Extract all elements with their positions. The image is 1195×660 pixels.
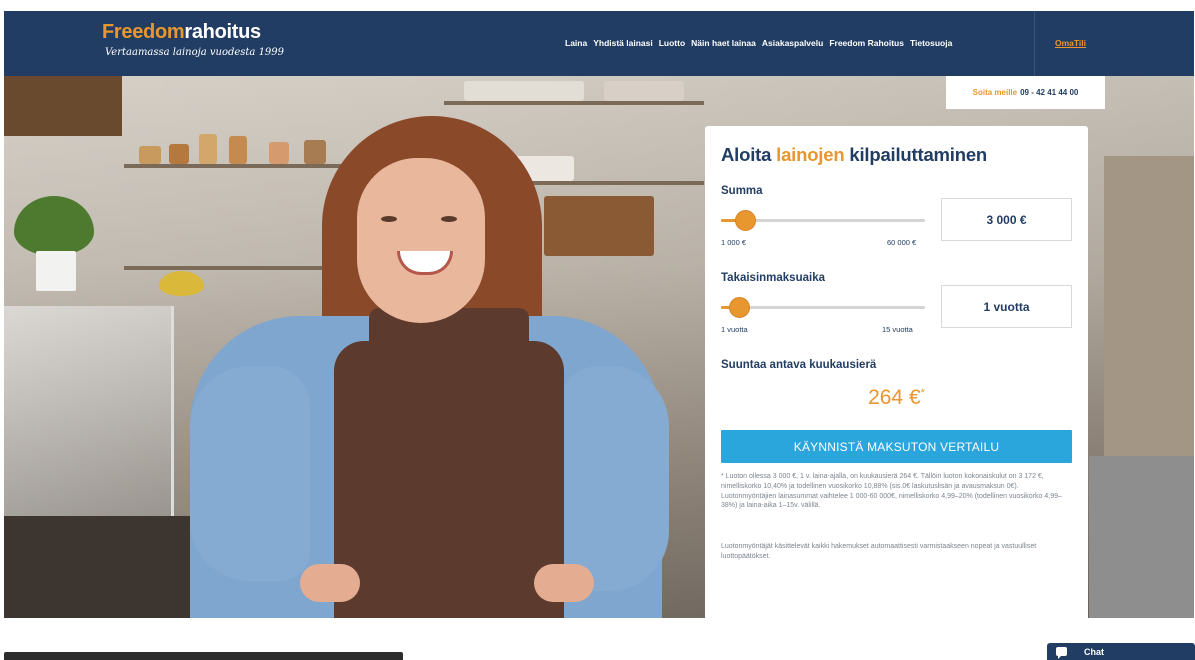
calculator-title: Aloita lainojen kilpailuttaminen [721, 144, 1072, 166]
chat-label: Chat [1084, 646, 1104, 657]
chat-bubble-icon [1056, 647, 1067, 659]
term-min: 1 vuotta [721, 325, 748, 334]
person-eye [381, 216, 397, 222]
phone-number[interactable]: 09 - 42 41 44 00 [1020, 88, 1078, 97]
logo-accent: Freedom [102, 21, 185, 43]
hero-jar [229, 136, 247, 164]
bottom-bar [4, 652, 403, 660]
logo-tagline: Vertaamassa lainoja vuodesta 1999 [105, 47, 285, 58]
person-apron [334, 341, 564, 618]
loan-calculator: Aloita lainojen kilpailuttaminen Summa 1… [705, 126, 1088, 618]
person-eye [441, 216, 457, 222]
logo-rest: rahoitus [184, 21, 261, 43]
term-slider[interactable] [721, 297, 925, 318]
term-label: Takaisinmaksuaika [721, 272, 825, 284]
site-header: Freedomrahoitus Vertaamassa lainoja vuod… [4, 11, 1194, 76]
payment-label: Suuntaa antava kuukausierä [721, 359, 877, 371]
nav-item-luotto[interactable]: Luotto [659, 38, 685, 48]
hero-right-shelves [1104, 156, 1194, 456]
person-face [357, 158, 485, 323]
page: Freedomrahoitus Vertaamassa lainoja vuod… [0, 0, 1195, 660]
nav-item-tietosuoja[interactable]: Tietosuoja [910, 38, 952, 48]
fine-print-terms: * Luoton ollessa 3 000 €, 1 v. laina-aja… [721, 473, 1062, 510]
person-arm-left [190, 366, 310, 581]
payment-footnote-mark: * [920, 387, 925, 399]
amount-slider-thumb[interactable] [735, 210, 757, 231]
person-arm-right [559, 366, 669, 591]
fine-print-processing: Luotonmyöntäjät käsittelevät kaikki hake… [721, 543, 1037, 560]
nav-item-nain-haet-lainaa[interactable]: Näin haet lainaa [691, 38, 756, 48]
amount-max: 60 000 € [887, 238, 917, 247]
account-link[interactable]: OmaTili [1055, 38, 1086, 48]
amount-slider[interactable] [721, 210, 925, 231]
term-slider-thumb[interactable] [729, 297, 750, 318]
hero-flowers [159, 271, 204, 296]
term-slider-track[interactable] [721, 306, 925, 309]
main-nav: Laina Yhdistä lainasi Luotto Näin haet l… [565, 38, 958, 48]
amount-value-field[interactable]: 3 000 € [941, 198, 1072, 241]
nav-divider [1034, 11, 1035, 76]
hero-right-counter [1089, 456, 1194, 618]
hero-jar [169, 144, 189, 164]
person-hand [534, 564, 594, 602]
amount-label: Summa [721, 185, 763, 197]
title-part: kilpailuttaminen [844, 144, 988, 165]
hero-jar [464, 81, 584, 101]
chat-button[interactable]: Chat [1047, 643, 1195, 660]
monthly-payment: 264 €* [705, 386, 1088, 410]
brand-logo[interactable]: Freedomrahoitus Vertaamassa lainoja vuod… [102, 21, 284, 58]
amount-min: 1 000 € [721, 238, 747, 247]
start-comparison-button[interactable]: KÄYNNISTÄ MAKSUTON VERTAILU [721, 430, 1072, 463]
hero-jar [269, 142, 289, 164]
nav-item-asiakaspalvelu[interactable]: Asiakaspalvelu [762, 38, 823, 48]
nav-item-yhdista-lainasi[interactable]: Yhdistä lainasi [593, 38, 653, 48]
nav-item-freedom-rahoitus[interactable]: Freedom Rahoitus [829, 38, 904, 48]
hero-jar [139, 146, 161, 164]
person-hand [300, 564, 360, 602]
logo-wordmark: Freedomrahoitus [102, 21, 284, 44]
hero-cabinet [4, 76, 122, 136]
title-highlight: lainojen [776, 144, 845, 165]
term-value-field[interactable]: 1 vuotta [941, 285, 1072, 328]
hero-jar [199, 134, 217, 164]
nav-item-laina[interactable]: Laina [565, 38, 587, 48]
hero-jar [304, 140, 326, 164]
phone-label: Soita meille [972, 88, 1018, 97]
title-part: Aloita [721, 144, 777, 165]
hero-shelf [444, 101, 704, 105]
term-max: 15 vuotta [882, 325, 913, 334]
hero-jar [604, 81, 684, 101]
hero-pot [36, 251, 76, 291]
payment-value: 264 € [868, 386, 921, 409]
hero-bread-basket [544, 196, 654, 256]
phone-callout[interactable]: Soita meille 09 - 42 41 44 00 [946, 76, 1105, 109]
